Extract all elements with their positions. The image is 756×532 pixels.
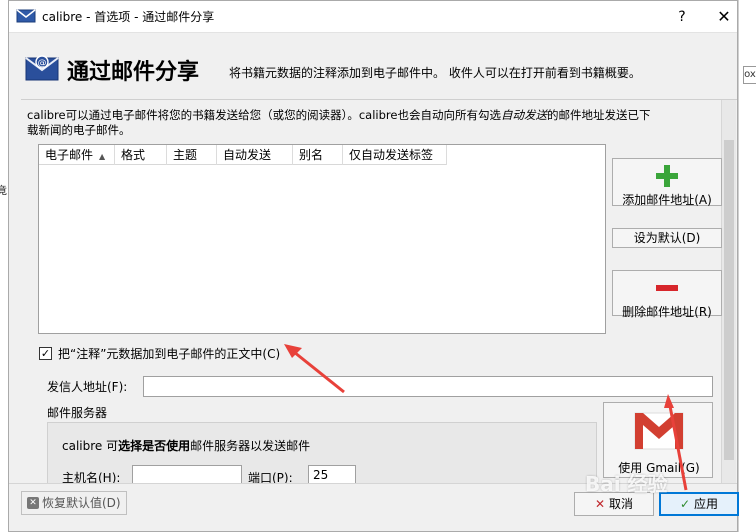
mail-server-section-label: 邮件服务器 xyxy=(47,406,108,420)
sort-ascending-icon: ▲ xyxy=(99,152,106,161)
restore-defaults-button[interactable]: ✕ 恢复默认值(D) xyxy=(21,491,127,515)
preferences-dialog: calibre - 首选项 - 通过邮件分享 ? ✕ @ 通过邮件分享 将书籍元… xyxy=(8,0,739,532)
column-header-auto-send[interactable]: 自动发送 xyxy=(217,145,293,165)
intro-text-part: calibre可以通过电子邮件将您的书籍发送给您（或您的阅读器）。calibre… xyxy=(27,108,501,122)
background-text-fragment: 竟 xyxy=(0,184,7,197)
page-header: @ 通过邮件分享 将书籍元数据的注释添加到电子邮件中。 收件人可以在打开前看到书… xyxy=(9,34,737,96)
column-header-email[interactable]: 电子邮件 ▲ xyxy=(39,145,115,165)
remove-email-button[interactable]: 删除邮件地址(R) xyxy=(612,270,722,319)
svg-text:@: @ xyxy=(38,59,47,69)
set-default-button[interactable]: 设为默认(D) xyxy=(612,228,722,248)
mail-server-group: calibre 可选择是否使用邮件服务器以发送邮件 主机名(H): 端口(P):… xyxy=(47,422,597,492)
help-button[interactable]: ? xyxy=(670,5,694,29)
use-gmail-button[interactable]: 使用 Gmail(G) xyxy=(603,402,713,478)
remove-email-label: 删除邮件地址(R) xyxy=(622,305,712,319)
add-comments-option[interactable]: ✓ 把“注释”元数据加到电子邮件的正文中(C) xyxy=(39,344,280,362)
intro-text-emphasis: 自动发送 xyxy=(500,108,547,122)
cancel-x-icon: ✕ xyxy=(594,497,606,511)
scrollbar-thumb[interactable] xyxy=(724,140,734,460)
mail-icon xyxy=(16,9,36,23)
checkmark-icon: ✓ xyxy=(679,497,691,511)
apply-label: 应用 xyxy=(694,497,719,511)
gmail-icon xyxy=(634,412,684,450)
column-header-alias[interactable]: 别名 xyxy=(293,145,343,165)
close-button[interactable]: ✕ xyxy=(712,5,736,29)
page-title: 通过邮件分享 xyxy=(67,60,200,85)
cancel-label: 取消 xyxy=(609,497,634,511)
background-window-left: 竟 xyxy=(0,0,8,532)
table-header: 电子邮件 ▲ 格式 主题 自动发送 别名 仅自动发送标签 xyxy=(39,145,447,165)
column-header-format[interactable]: 格式 xyxy=(115,145,167,165)
column-header-subject[interactable]: 主题 xyxy=(167,145,217,165)
column-header-auto-send-tags[interactable]: 仅自动发送标签 xyxy=(343,145,447,165)
watermark-text: Bai 经验 xyxy=(585,472,668,496)
minus-icon xyxy=(656,285,678,291)
email-accounts-table[interactable]: 电子邮件 ▲ 格式 主题 自动发送 别名 仅自动发送标签 xyxy=(38,144,606,334)
add-comments-checkbox[interactable]: ✓ xyxy=(39,346,52,360)
from-address-input[interactable] xyxy=(143,376,713,397)
from-address-label: 发信人地址(F): xyxy=(47,380,128,394)
mail-server-description: calibre 可选择是否使用邮件服务器以发送邮件 xyxy=(62,439,311,453)
background-window-right: ox xyxy=(738,0,756,532)
background-text-fragment: ox xyxy=(743,66,756,84)
restore-icon: ✕ xyxy=(27,497,39,509)
email-envelope-icon: @ xyxy=(25,55,59,81)
settings-panel: calibre可以通过电子邮件将您的书籍发送给您（或您的阅读器）。calibre… xyxy=(21,99,737,492)
vertical-scrollbar[interactable] xyxy=(721,100,736,483)
page-subtitle: 将书籍元数据的注释添加到电子邮件中。 收件人可以在打开前看到书籍概要。 xyxy=(229,66,641,80)
apply-button[interactable]: ✓ 应用 xyxy=(659,492,739,516)
title-bar: calibre - 首选项 - 通过邮件分享 ? ✕ xyxy=(9,1,737,33)
add-comments-label: 把“注释”元数据加到电子邮件的正文中(C) xyxy=(58,346,281,361)
add-email-label: 添加邮件地址(A) xyxy=(622,193,712,207)
intro-text: calibre可以通过电子邮件将您的书籍发送给您（或您的阅读器）。calibre… xyxy=(27,108,657,138)
plus-icon xyxy=(656,165,678,187)
add-email-button[interactable]: 添加邮件地址(A) xyxy=(612,158,722,207)
window-title: calibre - 首选项 - 通过邮件分享 xyxy=(42,10,215,24)
restore-defaults-label: 恢复默认值(D) xyxy=(42,496,121,510)
